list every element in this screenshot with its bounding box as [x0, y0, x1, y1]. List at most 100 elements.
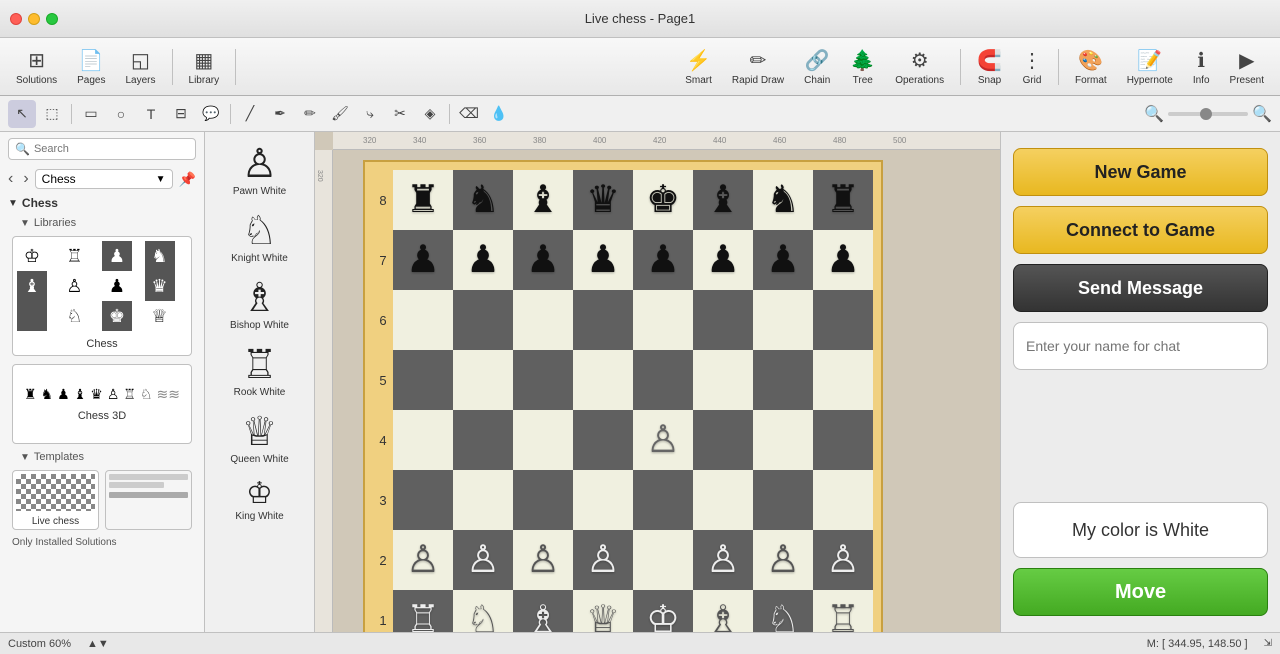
chess-board-container[interactable]: 8♜♞♝♛♚♝♞♜7♟♟♟♟♟♟♟♟654♙32♙♙♙♙♙♙♙1♖♘♗♕♔♗♘♖… [363, 160, 883, 632]
board-cell-C2[interactable]: ♙ [513, 530, 573, 590]
board-cell-D4[interactable] [573, 410, 633, 470]
piece-queen-white[interactable]: ♕ Queen White [226, 408, 292, 469]
board-cell-A3[interactable] [393, 470, 453, 530]
board-cell-C5[interactable] [513, 350, 573, 410]
stamp-tool[interactable]: ◈ [416, 100, 444, 128]
resize-handle[interactable]: ⇲ [1264, 638, 1272, 649]
board-cell-E8[interactable]: ♚ [633, 170, 693, 230]
board-cell-E3[interactable] [633, 470, 693, 530]
maximize-button[interactable] [46, 13, 58, 25]
canvas-area[interactable]: 320 340 360 380 400 420 440 460 480 500 … [315, 132, 1000, 632]
crop-tool[interactable]: ✂ [386, 100, 414, 128]
text-tool[interactable]: T [137, 100, 165, 128]
board-cell-G8[interactable]: ♞ [753, 170, 813, 230]
board-cell-D7[interactable]: ♟ [573, 230, 633, 290]
board-cell-F7[interactable]: ♟ [693, 230, 753, 290]
board-cell-C7[interactable]: ♟ [513, 230, 573, 290]
board-cell-F6[interactable] [693, 290, 753, 350]
board-cell-B6[interactable] [453, 290, 513, 350]
marquee-tool[interactable]: ⬚ [38, 100, 66, 128]
board-cell-A2[interactable]: ♙ [393, 530, 453, 590]
toolbar-format[interactable]: 🎨 Format [1067, 44, 1115, 90]
zoom-label[interactable]: Custom 60% [8, 638, 71, 650]
zoom-in-button[interactable]: 🔍 [1252, 104, 1272, 124]
toolbar-chain[interactable]: 🔗 Chain [796, 44, 838, 90]
board-cell-H1[interactable]: ♖ [813, 590, 873, 632]
board-cell-E2[interactable] [633, 530, 693, 590]
subsection-templates[interactable]: ▼ Templates [0, 448, 204, 466]
canvas-content[interactable]: 8♜♞♝♛♚♝♞♜7♟♟♟♟♟♟♟♟654♙32♙♙♙♙♙♙♙1♖♘♗♕♔♗♘♖… [333, 150, 1000, 632]
board-cell-F1[interactable]: ♗ [693, 590, 753, 632]
board-cell-H3[interactable] [813, 470, 873, 530]
toolbar-hypernote[interactable]: 📝 Hypernote [1119, 44, 1181, 90]
board-cell-D2[interactable]: ♙ [573, 530, 633, 590]
piece-pawn-white[interactable]: ♙ Pawn White [229, 140, 290, 201]
toolbar-operations[interactable]: ⚙ Operations [887, 44, 952, 90]
send-message-button[interactable]: Send Message [1013, 264, 1268, 312]
pin-button[interactable]: 📌 [175, 169, 200, 190]
board-cell-D8[interactable]: ♛ [573, 170, 633, 230]
chess-lib-thumb[interactable]: ♔ ♖ ♟ ♞ ♝ ♙ ♟ ♛ ♘ ♚ ♕ Chess [12, 236, 192, 356]
breadcrumb-dropdown[interactable]: Chess ▼ [35, 169, 173, 189]
board-cell-G4[interactable] [753, 410, 813, 470]
extra-template[interactable] [105, 470, 192, 530]
board-cell-A5[interactable] [393, 350, 453, 410]
board-cell-F3[interactable] [693, 470, 753, 530]
board-cell-A4[interactable] [393, 410, 453, 470]
search-input[interactable] [34, 143, 189, 155]
piece-knight-white[interactable]: ♘ Knight White [227, 207, 292, 268]
board-cell-F5[interactable] [693, 350, 753, 410]
board-cell-A7[interactable]: ♟ [393, 230, 453, 290]
board-cell-B3[interactable] [453, 470, 513, 530]
board-cell-C8[interactable]: ♝ [513, 170, 573, 230]
close-button[interactable] [10, 13, 22, 25]
board-cell-A8[interactable]: ♜ [393, 170, 453, 230]
board-cell-G7[interactable]: ♟ [753, 230, 813, 290]
paint-tool[interactable]: 🖌 [326, 100, 354, 128]
board-cell-H2[interactable]: ♙ [813, 530, 873, 590]
subsection-libraries[interactable]: ▼ Libraries [0, 214, 204, 232]
board-cell-F4[interactable] [693, 410, 753, 470]
board-cell-H5[interactable] [813, 350, 873, 410]
select-tool[interactable]: ↖ [8, 100, 36, 128]
search-box[interactable]: 🔍 [8, 138, 196, 160]
toolbar-layers[interactable]: ◱ Layers [118, 44, 164, 90]
piece-bishop-white[interactable]: ♗ Bishop White [226, 274, 293, 335]
board-cell-G6[interactable] [753, 290, 813, 350]
board-cell-H7[interactable]: ♟ [813, 230, 873, 290]
board-cell-F2[interactable]: ♙ [693, 530, 753, 590]
chess3d-lib-thumb[interactable]: ♜♞ ♟♝ ♛♙ ♖♘ ≋≋ Chess 3D [12, 364, 192, 444]
toolbar-library[interactable]: ▦ Library [181, 44, 228, 90]
board-cell-B4[interactable] [453, 410, 513, 470]
toolbar-smart[interactable]: ⚡ Smart [677, 44, 720, 90]
live-chess-template[interactable]: Live chess [12, 470, 99, 530]
board-cell-B1[interactable]: ♘ [453, 590, 513, 632]
connect-game-button[interactable]: Connect to Game [1013, 206, 1268, 254]
zoom-out-button[interactable]: 🔍 [1144, 104, 1164, 124]
zoom-slider[interactable] [1168, 112, 1248, 116]
board-cell-G1[interactable]: ♘ [753, 590, 813, 632]
nav-back-button[interactable]: ‹ [4, 168, 17, 190]
section-chess[interactable]: ▼ Chess [0, 192, 204, 214]
minimize-button[interactable] [28, 13, 40, 25]
toolbar-rapid-draw[interactable]: ✏ Rapid Draw [724, 44, 792, 90]
board-cell-G5[interactable] [753, 350, 813, 410]
board-cell-B5[interactable] [453, 350, 513, 410]
callout-tool[interactable]: 💬 [197, 100, 225, 128]
board-cell-C1[interactable]: ♗ [513, 590, 573, 632]
board-cell-C4[interactable] [513, 410, 573, 470]
board-cell-A6[interactable] [393, 290, 453, 350]
new-game-button[interactable]: New Game [1013, 148, 1268, 196]
line-tool[interactable]: ╱ [236, 100, 264, 128]
zoom-stepper[interactable]: ▲▼ [87, 638, 109, 650]
move-button[interactable]: Move [1013, 568, 1268, 616]
board-cell-D6[interactable] [573, 290, 633, 350]
board-cell-E5[interactable] [633, 350, 693, 410]
board-cell-E1[interactable]: ♔ [633, 590, 693, 632]
board-cell-D1[interactable]: ♕ [573, 590, 633, 632]
dropper-tool[interactable]: 💧 [485, 100, 513, 128]
board-cell-E4[interactable]: ♙ [633, 410, 693, 470]
toolbar-tree[interactable]: 🌲 Tree [842, 44, 883, 90]
board-cell-B7[interactable]: ♟ [453, 230, 513, 290]
toolbar-pages[interactable]: 📄 Pages [69, 44, 113, 90]
